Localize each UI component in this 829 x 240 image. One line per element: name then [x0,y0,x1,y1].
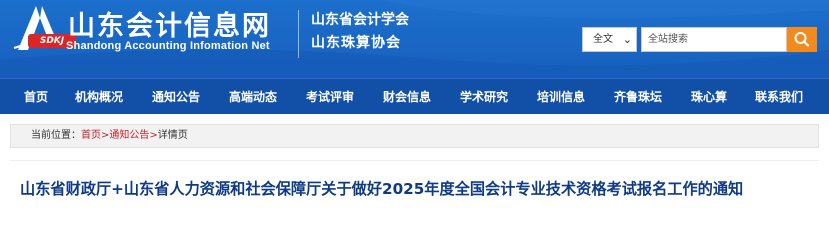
nav-item-highlights[interactable]: 高端动态 [229,79,277,115]
nav-item-training[interactable]: 培训信息 [537,79,585,115]
nav-item-mental-arithmetic[interactable]: 珠心算 [691,79,727,115]
chevron-down-icon: ⌄ [622,33,632,46]
breadcrumb: 当前位置：首页>通知公告>详情页 [10,124,819,148]
nav-item-notices[interactable]: 通知公告 [152,79,200,115]
search-icon [794,32,810,47]
breadcrumb-prefix: 当前位置： [31,130,81,141]
search-scope-select[interactable]: 全文 ⌄ [582,27,637,52]
breadcrumb-home-link[interactable]: 首页 [81,130,101,141]
search-scope-value: 全文 [593,34,613,45]
search-button[interactable] [787,27,817,52]
nav-item-finance-info[interactable]: 财会信息 [383,79,431,115]
breadcrumb-section-link[interactable]: 通知公告 [109,130,149,141]
site-title[interactable]: 山东会计信息网 [68,4,271,43]
divider [10,160,819,161]
site-subtitle: Shandong Accounting Infomation Net [66,40,270,52]
site-header: SDKJ 山东会计信息网 Shandong Accounting Infomat… [0,0,829,78]
nav-item-research[interactable]: 学术研究 [460,79,508,115]
nav-item-home[interactable]: 首页 [24,79,48,115]
header-divider [298,10,299,58]
search-input[interactable]: 全站搜索 [641,27,787,52]
breadcrumb-separator: > [149,130,158,141]
nav-item-contact[interactable]: 联系我们 [755,79,803,115]
main-nav: 首页 机构概况 通知公告 高端动态 考试评审 财会信息 学术研究 培训信息 齐鲁… [0,78,829,114]
association-link-accounting[interactable]: 山东省会计学会 [311,9,409,29]
nav-item-organization[interactable]: 机构概况 [75,79,123,115]
breadcrumb-current: 详情页 [157,130,188,141]
article-title: 山东省财政厅+山东省人力资源和社会保障厅关于做好2025年度全国会计专业技术资格… [20,180,744,198]
nav-item-abacus-forum[interactable]: 齐鲁珠坛 [614,79,662,115]
association-link-abacus[interactable]: 山东珠算协会 [311,32,401,52]
logo-a-icon [13,6,71,50]
site-logo[interactable]: SDKJ [12,4,76,60]
nav-item-exams[interactable]: 考试评审 [306,79,354,115]
